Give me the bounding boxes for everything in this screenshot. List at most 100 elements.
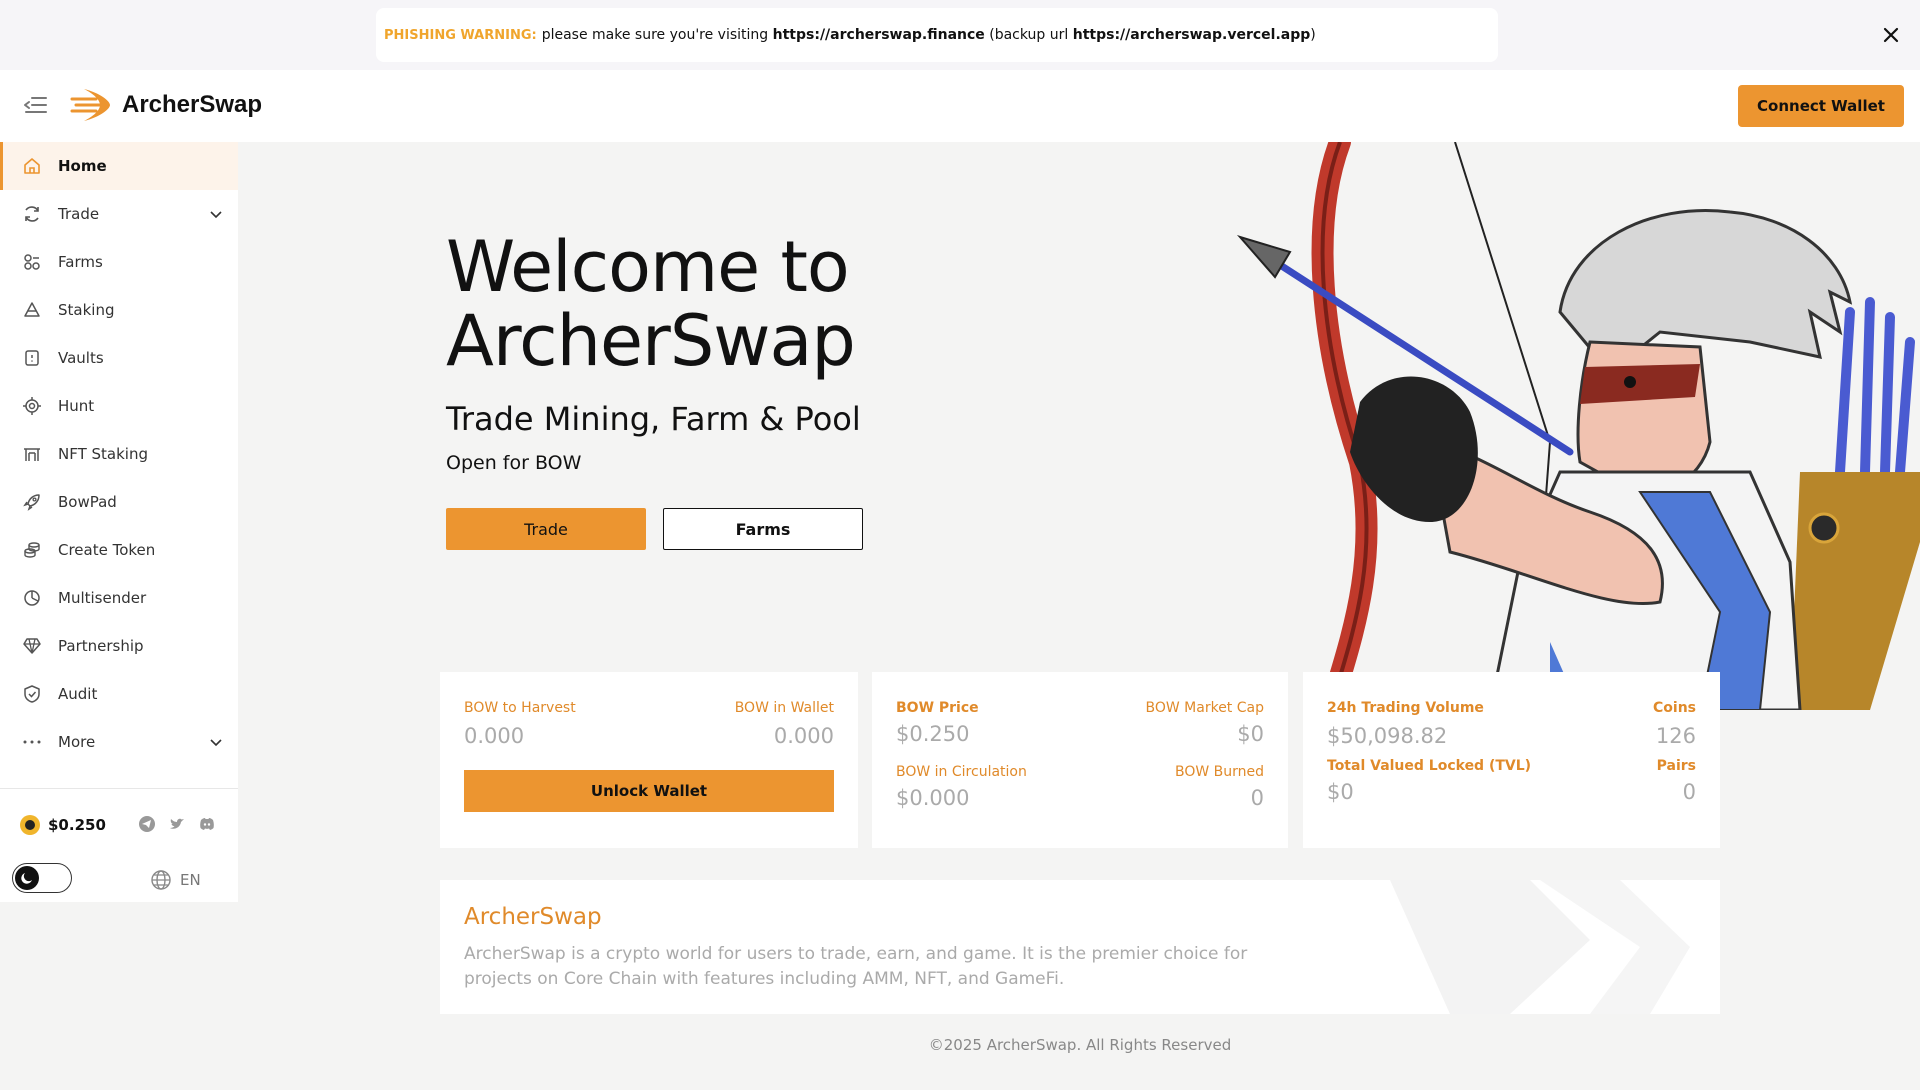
trading-volume-label: 24h Trading Volume <box>1327 700 1484 716</box>
brand-logo[interactable]: ArcherSwap <box>70 85 262 125</box>
backup-url-suffix: ) <box>1310 27 1316 43</box>
archerswap-logo-icon <box>70 89 110 121</box>
close-icon[interactable] <box>1880 24 1902 46</box>
sidebar-item-label: Audit <box>58 685 98 703</box>
diamond-icon <box>22 636 42 656</box>
discord-icon[interactable] <box>198 815 216 833</box>
sidebar-item-farms[interactable]: Farms <box>0 238 238 286</box>
coins-label: Coins <box>1653 700 1696 716</box>
theme-toggle[interactable] <box>12 863 72 893</box>
social-links <box>138 815 216 833</box>
sidebar-item-hunt[interactable]: Hunt <box>0 382 238 430</box>
sidebar-item-label: BowPad <box>58 493 117 511</box>
shield-check-icon <box>22 684 42 704</box>
bow-price-card-value: $0.250 <box>896 722 970 746</box>
connect-wallet-button[interactable]: Connect Wallet <box>1738 85 1904 127</box>
top-header: ArcherSwap Connect Wallet <box>0 70 1920 142</box>
harvest-card: BOW to Harvest 0.000 BOW in Wallet 0.000… <box>440 672 858 848</box>
globe-icon <box>151 870 171 890</box>
about-title: ArcherSwap <box>464 904 602 930</box>
chevron-down-icon[interactable] <box>208 206 224 222</box>
hero-title-line-2: ArcherSwap <box>446 300 856 382</box>
sidebar-item-multisender[interactable]: Multisender <box>0 574 238 622</box>
telegram-icon[interactable] <box>138 815 156 833</box>
backup-url-link[interactable]: https://archerswap.vercel.app <box>1073 27 1311 43</box>
trading-volume-card: 24h Trading Volume $50,098.82 Coins 126 … <box>1303 672 1720 848</box>
menu-collapse-icon[interactable] <box>22 94 48 116</box>
bow-price-card: BOW Price $0.250 BOW Market Cap $0 BOW i… <box>872 672 1288 848</box>
twitter-icon[interactable] <box>168 815 186 833</box>
dots-icon <box>22 732 42 752</box>
bow-in-wallet-value: 0.000 <box>773 724 834 748</box>
hero-farms-button[interactable]: Farms <box>663 508 863 550</box>
home-icon <box>22 156 42 176</box>
footer-copyright: ©2025 ArcherSwap. All Rights Reserved <box>928 1036 1232 1054</box>
bow-price-display[interactable]: $0.250 <box>20 815 106 835</box>
primary-url-link[interactable]: https://archerswap.finance <box>773 27 985 43</box>
sidebar-item-label: More <box>58 733 96 751</box>
phishing-text: please make sure you're visiting <box>541 27 769 43</box>
archer-illustration <box>1236 142 1920 710</box>
sidebar-item-partnership[interactable]: Partnership <box>0 622 238 670</box>
brand-name: ArcherSwap <box>122 91 263 118</box>
phishing-banner: PHISHING WARNING: please make sure you'r… <box>0 0 1920 70</box>
bow-to-harvest-value: 0.000 <box>464 724 525 748</box>
sidebar-item-label: Partnership <box>58 637 144 655</box>
sidebar-item-audit[interactable]: Audit <box>0 670 238 718</box>
sidebar-item-nft-staking[interactable]: NFT Staking <box>0 430 238 478</box>
farms-icon <box>22 252 42 272</box>
hero-title-line-1: Welcome to <box>446 226 850 308</box>
tvl-value: $0 <box>1327 780 1354 804</box>
pairs-label: Pairs <box>1656 758 1696 774</box>
sidebar-item-bowpad[interactable]: BowPad <box>0 478 238 526</box>
sidebar-item-label: Farms <box>58 253 103 271</box>
bow-coin-icon <box>20 815 40 835</box>
language-label: EN <box>180 871 201 889</box>
bow-circulation-label: BOW in Circulation <box>896 764 1027 780</box>
sidebar-item-home[interactable]: Home <box>0 142 238 190</box>
sidebar-item-create-token[interactable]: Create Token <box>0 526 238 574</box>
phishing-banner-message: PHISHING WARNING: please make sure you'r… <box>376 8 1498 62</box>
refresh-icon <box>22 204 42 224</box>
coins-icon <box>22 540 42 560</box>
sidebar-item-more[interactable]: More <box>0 718 238 766</box>
sidebar-item-label: Create Token <box>58 541 156 559</box>
sidebar-item-label: Hunt <box>58 397 95 415</box>
sidebar-item-vaults[interactable]: Vaults <box>0 334 238 382</box>
sidebar-item-staking[interactable]: Staking <box>0 286 238 334</box>
coins-value: 126 <box>1655 724 1696 748</box>
sidebar-footer: $0.250 EN <box>0 788 238 902</box>
about-description: ArcherSwap is a crypto world for users t… <box>464 944 1248 989</box>
rocket-icon <box>22 492 42 512</box>
moon-icon <box>15 866 39 890</box>
chevron-down-icon[interactable] <box>208 734 224 750</box>
staking-icon <box>22 300 42 320</box>
phishing-warning-label: PHISHING WARNING: <box>384 27 537 43</box>
bow-burned-value: 0 <box>1250 786 1264 810</box>
pairs-value: 0 <box>1682 780 1696 804</box>
bow-to-harvest-label: BOW to Harvest <box>464 700 576 716</box>
sidebar: Home Trade Farms Staking Vaults Hunt NFT… <box>0 142 238 902</box>
bow-price-label: BOW Price <box>896 700 979 716</box>
about-card: ArcherSwap ArcherSwap is a crypto world … <box>440 880 1720 1014</box>
language-selector[interactable]: EN <box>150 869 201 891</box>
bow-in-wallet-label: BOW in Wallet <box>734 700 834 716</box>
sidebar-item-trade[interactable]: Trade <box>0 190 238 238</box>
target-icon <box>22 396 42 416</box>
bow-price-value: $0.250 <box>48 816 106 834</box>
bow-burned-label: BOW Burned <box>1174 764 1264 780</box>
sidebar-item-label: Vaults <box>58 349 104 367</box>
sidebar-item-label: Staking <box>58 301 115 319</box>
hero-trade-button[interactable]: Trade <box>446 508 646 550</box>
sidebar-item-label: NFT Staking <box>58 445 148 463</box>
archerswap-watermark-icon <box>1390 880 1690 1014</box>
unlock-wallet-button[interactable]: Unlock Wallet <box>464 770 834 812</box>
hero-title: Welcome to ArcherSwap <box>446 226 856 382</box>
nft-icon <box>22 444 42 464</box>
tvl-label: Total Valued Locked (TVL) <box>1327 758 1532 774</box>
trading-volume-value: $50,098.82 <box>1327 724 1448 748</box>
vault-icon <box>22 348 42 368</box>
bow-market-cap-label: BOW Market Cap <box>1145 700 1265 716</box>
bow-circulation-value: $0.000 <box>896 786 970 810</box>
hero-subtitle: Trade Mining, Farm & Pool <box>446 400 861 438</box>
